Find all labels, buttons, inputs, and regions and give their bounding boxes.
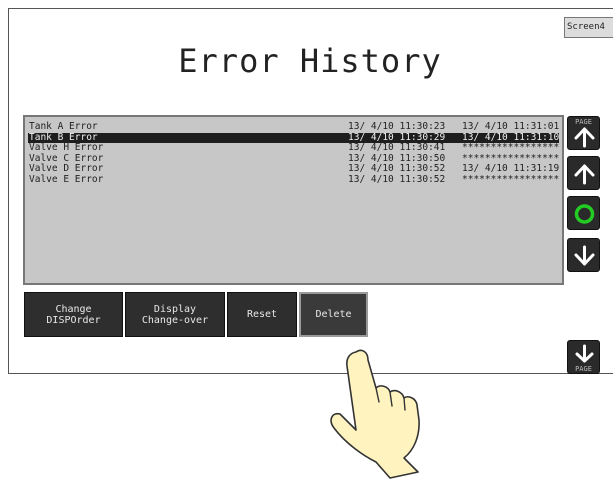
row-name: Valve D Error: [29, 163, 104, 174]
row-recovered: *****************: [462, 173, 560, 185]
pointing-hand-icon: [330, 349, 420, 479]
arrow-up-icon: [574, 164, 595, 185]
row-occurred: 13/ 4/10 11:30:23: [348, 121, 446, 132]
row-occurred: 13/ 4/10 11:30:52: [348, 173, 446, 185]
row-name: Valve E Error: [29, 173, 104, 185]
page-down-label: PAGE: [575, 365, 592, 373]
page-title: Error History: [178, 42, 442, 80]
reset-label: Reset: [246, 309, 278, 320]
row-recovered: 13/ 4/10 11:31:19: [462, 163, 560, 174]
change-display-order-button[interactable]: Change DISPOrder: [24, 292, 123, 337]
row-recovered: *****************: [462, 142, 560, 153]
reset-button[interactable]: Reset: [227, 292, 297, 337]
screen-tag: Screen4: [564, 17, 613, 38]
list-row-4[interactable]: Valve D Error 13/ 4/10 11:30:52 13/ 4/10…: [28, 163, 560, 175]
page-up-button[interactable]: PAGE: [567, 116, 600, 150]
list-row-2[interactable]: Valve H Error 13/ 4/10 11:30:41 ********…: [28, 142, 560, 154]
display-label-line1: Display: [153, 303, 197, 315]
display-change-over-button[interactable]: Display Change-over: [125, 292, 225, 337]
row-recovered: 13/ 4/10 11:31:01: [462, 121, 560, 132]
arrow-down-icon: [574, 245, 595, 266]
display-label-line2: Change-over: [141, 314, 209, 326]
delete-label: Delete: [315, 309, 352, 320]
scroll-up-button[interactable]: [567, 156, 600, 190]
row-occurred: 13/ 4/10 11:30:52: [348, 163, 446, 174]
change-label-line2: DISPOrder: [46, 314, 101, 326]
change-label-line1: Change: [55, 303, 92, 315]
scroll-down-button[interactable]: [567, 238, 600, 272]
list-row-0[interactable]: Tank A Error 13/ 4/10 11:30:23 13/ 4/10 …: [28, 121, 560, 133]
error-history-list[interactable]: Tank A Error 13/ 4/10 11:30:23 13/ 4/10 …: [23, 115, 564, 285]
confirm-button[interactable]: [567, 196, 600, 230]
page-down-button[interactable]: PAGE: [567, 340, 600, 374]
page-up-icon: [574, 127, 595, 148]
row-name: Tank A Error: [29, 121, 98, 132]
confirm-circle-icon: [574, 204, 595, 224]
row-name: Valve H Error: [29, 142, 104, 153]
list-row-5[interactable]: Valve E Error 13/ 4/10 11:30:52 ********…: [28, 173, 560, 186]
row-occurred: 13/ 4/10 11:30:41: [348, 142, 446, 153]
delete-button[interactable]: Delete: [299, 292, 368, 337]
